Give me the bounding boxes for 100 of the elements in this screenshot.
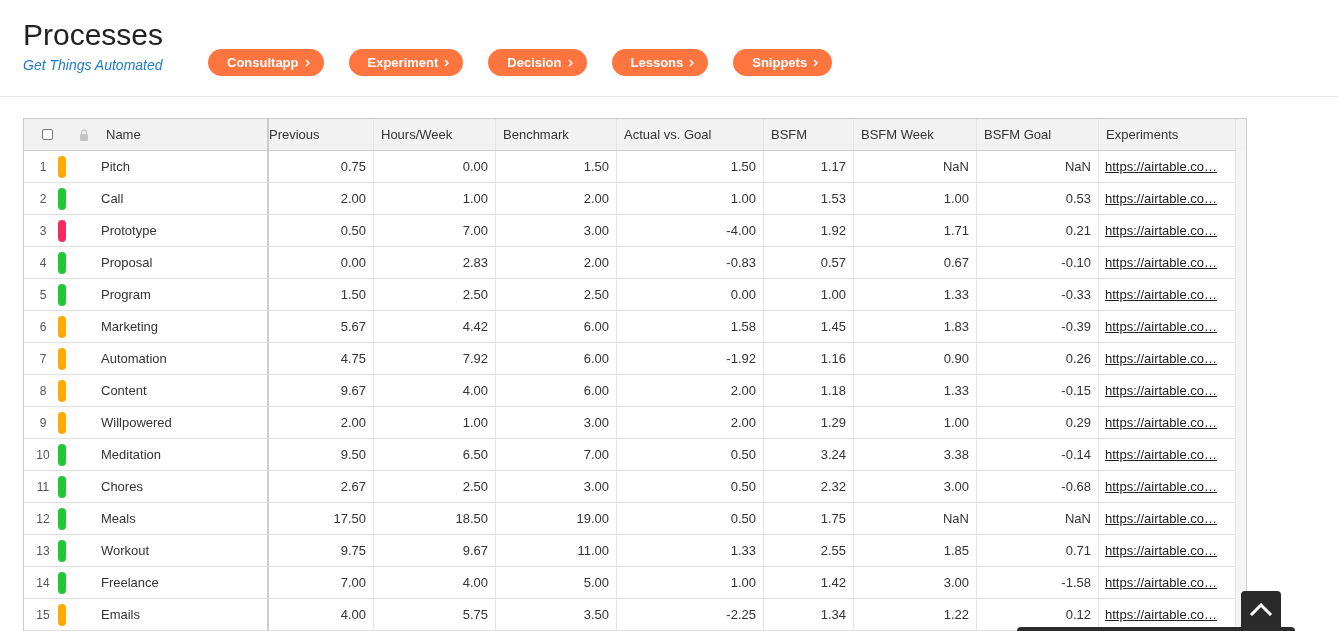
name-cell: Program <box>101 287 151 302</box>
table-cell: 2.67 <box>269 471 374 502</box>
name-cell: Meals <box>101 511 136 526</box>
table-cell: -1.92 <box>617 343 764 374</box>
column-header[interactable]: Name <box>106 127 141 142</box>
name-cell: Content <box>101 383 147 398</box>
row-number: 5 <box>38 287 48 302</box>
column-header[interactable]: Benchmark <box>496 119 617 150</box>
name-cell: Prototype <box>101 223 157 238</box>
table-cell: 18.50 <box>374 503 496 534</box>
table-cell: 0.29 <box>977 407 1099 438</box>
experiment-link[interactable]: https://airtable.co… <box>1105 223 1217 238</box>
experiment-link[interactable]: https://airtable.co… <box>1105 447 1217 462</box>
experiment-link[interactable]: https://airtable.co… <box>1105 575 1217 590</box>
table-cell: 17.50 <box>269 503 374 534</box>
table-cell: 2.32 <box>764 471 854 502</box>
column-header[interactable]: Actual vs. Goal <box>617 119 764 150</box>
table-cell: 1.42 <box>764 567 854 598</box>
table-cell: 2.50 <box>496 279 617 310</box>
table-cell: NaN <box>854 151 977 182</box>
table-cell: 1.71 <box>854 215 977 246</box>
table-cell: -0.83 <box>617 247 764 278</box>
table-cell: 9.50 <box>269 439 374 470</box>
experiment-link[interactable]: https://airtable.co… <box>1105 543 1217 558</box>
table-cell: 0.53 <box>977 183 1099 214</box>
table-cell: 3.00 <box>496 215 617 246</box>
table-cell: 4.00 <box>374 375 496 406</box>
table-cell: 1.29 <box>764 407 854 438</box>
row-number: 3 <box>38 223 48 238</box>
table-cell: 4.42 <box>374 311 496 342</box>
table-cell: 2.50 <box>374 471 496 502</box>
row-number: 6 <box>38 319 48 334</box>
name-cell: Meditation <box>101 447 161 462</box>
table-cell: 1.33 <box>854 375 977 406</box>
name-cell: Call <box>101 191 124 206</box>
table-cell: 0.21 <box>977 215 1099 246</box>
table-cell: 0.00 <box>374 151 496 182</box>
name-cell: Willpowered <box>101 415 172 430</box>
table-cell: -0.15 <box>977 375 1099 406</box>
row-number: 1 <box>38 159 48 174</box>
table-cell: 2.00 <box>617 375 764 406</box>
table-cell: 2.00 <box>269 407 374 438</box>
table-cell: 0.00 <box>617 279 764 310</box>
experiment-link[interactable]: https://airtable.co… <box>1105 159 1217 174</box>
table-cell: 3.50 <box>496 599 617 630</box>
experiment-link[interactable]: https://airtable.co… <box>1105 319 1217 334</box>
name-cell: Workout <box>101 543 150 558</box>
experiment-link[interactable]: https://airtable.co… <box>1105 191 1217 206</box>
row-number: 9 <box>38 415 48 430</box>
row-number: 13 <box>35 543 51 558</box>
table-cell: 1.50 <box>269 279 374 310</box>
column-header[interactable]: BSFM Week <box>854 119 977 150</box>
table-cell: 1.50 <box>617 151 764 182</box>
name-cell: Automation <box>101 351 167 366</box>
table-cell: 0.50 <box>617 439 764 470</box>
table-cell: 1.50 <box>496 151 617 182</box>
experiment-link[interactable]: https://airtable.co… <box>1105 479 1217 494</box>
caret-up-icon <box>1249 603 1273 616</box>
scroll-top-button[interactable] <box>1241 591 1281 627</box>
table-cell: 0.71 <box>977 535 1099 566</box>
table-cell: 6.00 <box>496 375 617 406</box>
table-cell: NaN <box>977 151 1099 182</box>
experiment-link[interactable]: https://airtable.co… <box>1105 383 1217 398</box>
experiment-link[interactable]: https://airtable.co… <box>1105 607 1217 622</box>
table-cell: 1.00 <box>374 183 496 214</box>
table-cell: 6.50 <box>374 439 496 470</box>
row-number: 4 <box>38 255 48 270</box>
select-all-checkbox[interactable] <box>42 129 53 140</box>
row-number: 15 <box>35 607 51 622</box>
table-cell: 2.83 <box>374 247 496 278</box>
table-cell: 2.50 <box>374 279 496 310</box>
row-number: 14 <box>35 575 51 590</box>
experiment-link[interactable]: https://airtable.co… <box>1105 351 1217 366</box>
table-cell: 0.50 <box>617 471 764 502</box>
table-cell: 6.00 <box>496 311 617 342</box>
table-cell: 1.33 <box>617 535 764 566</box>
table-cell: 1.00 <box>764 279 854 310</box>
column-header[interactable]: Previous <box>269 119 374 150</box>
table-cell: 2.00 <box>269 183 374 214</box>
row-number: 11 <box>35 479 51 494</box>
column-header[interactable]: BSFM Goal <box>977 119 1099 150</box>
table-cell: 11.00 <box>496 535 617 566</box>
table-cell: 1.83 <box>854 311 977 342</box>
table-cell: 1.00 <box>374 407 496 438</box>
lock-icon <box>79 128 89 141</box>
experiment-link[interactable]: https://airtable.co… <box>1105 255 1217 270</box>
table-cell: 3.00 <box>854 471 977 502</box>
table-cell: 1.18 <box>764 375 854 406</box>
table-cell: 6.00 <box>496 343 617 374</box>
column-header[interactable]: Hours/Week <box>374 119 496 150</box>
table-cell: 1.00 <box>617 567 764 598</box>
column-header[interactable]: BSFM <box>764 119 854 150</box>
experiment-link[interactable]: https://airtable.co… <box>1105 511 1217 526</box>
experiment-link[interactable]: https://airtable.co… <box>1105 287 1217 302</box>
table-cell: 2.00 <box>496 247 617 278</box>
table-cell: 0.50 <box>617 503 764 534</box>
table-cell: 4.00 <box>269 599 374 630</box>
table-cell: 1.17 <box>764 151 854 182</box>
experiment-link[interactable]: https://airtable.co… <box>1105 415 1217 430</box>
table-cell: 0.50 <box>269 215 374 246</box>
